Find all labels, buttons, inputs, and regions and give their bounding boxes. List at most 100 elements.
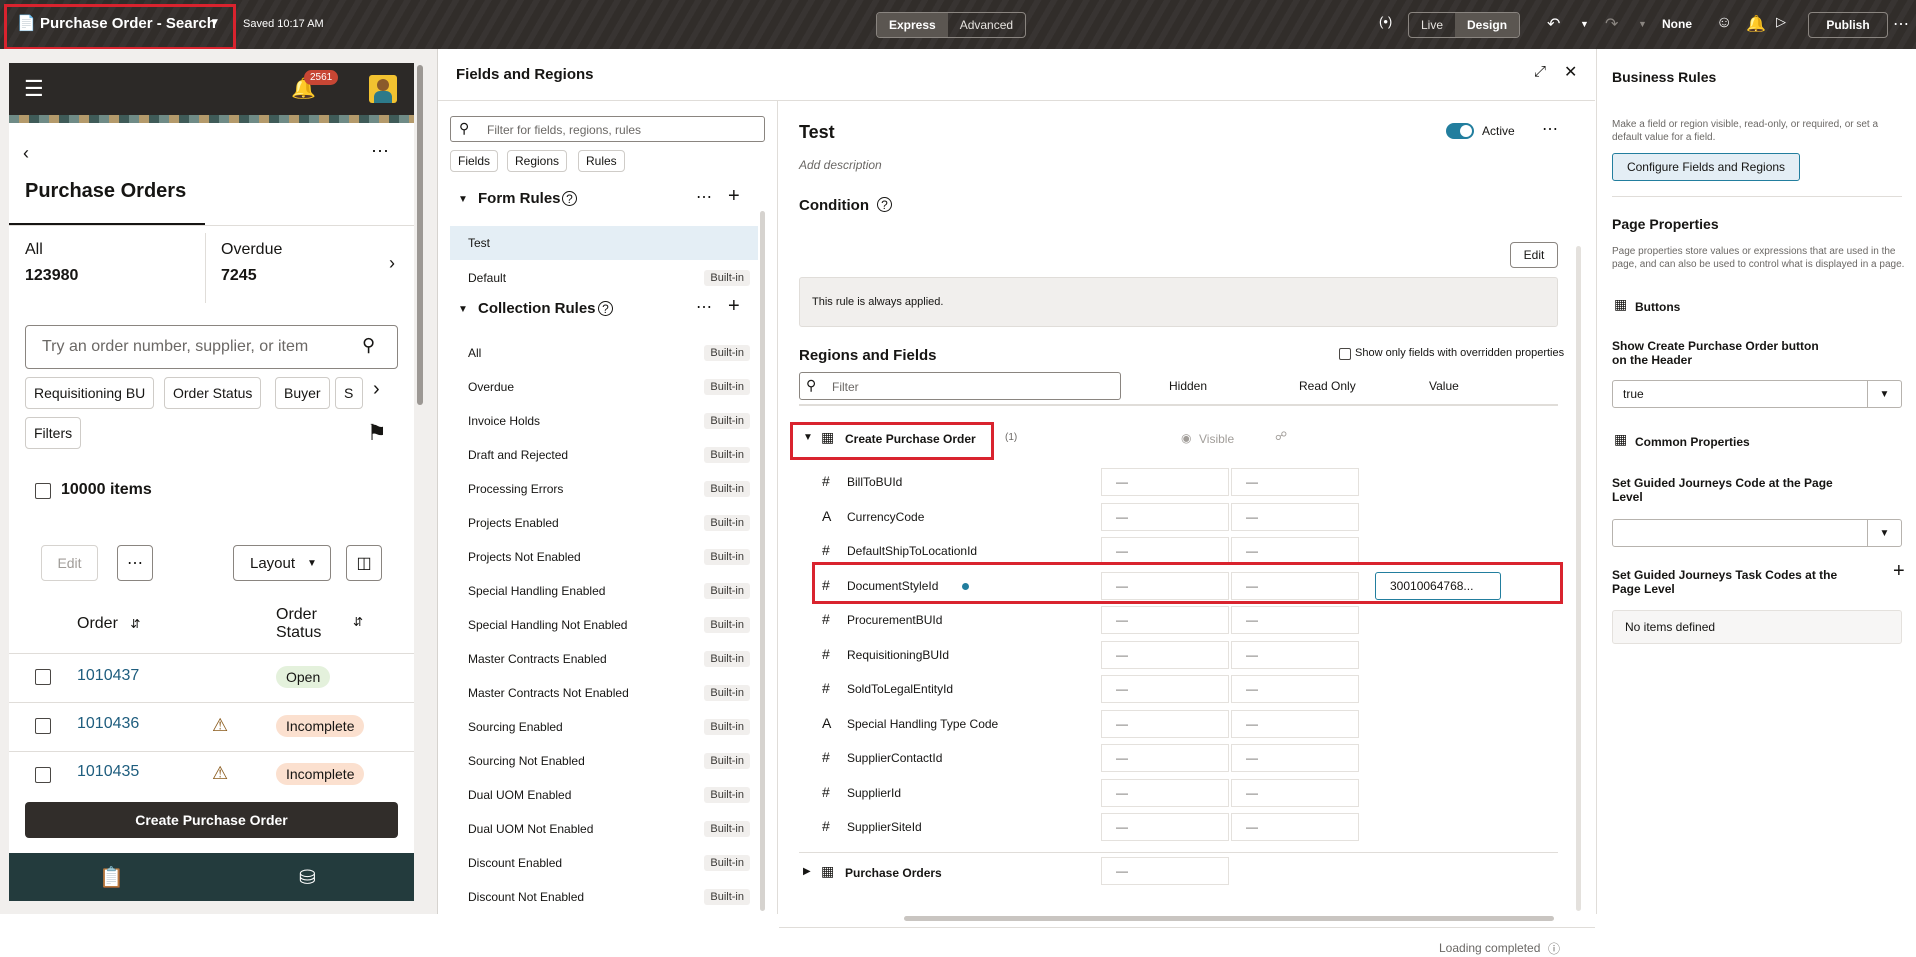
more-icon[interactable]: ⋯ xyxy=(696,187,712,207)
tab-overdue[interactable]: Overdue 7245 xyxy=(221,241,371,301)
chevron-down-icon[interactable]: ▼ xyxy=(210,17,220,28)
order-link[interactable]: 1010437 xyxy=(77,667,139,685)
column-order-status[interactable]: Order Status xyxy=(276,606,356,642)
add-description[interactable]: Add description xyxy=(799,158,882,172)
add-icon[interactable]: + xyxy=(728,295,740,318)
preview-role[interactable]: None xyxy=(1662,17,1692,31)
live-button[interactable]: Live xyxy=(1409,13,1455,37)
expand-icon[interactable]: ⤢ xyxy=(1534,63,1546,80)
guided-code-select[interactable]: ▼ xyxy=(1612,519,1902,547)
chevron-down-icon[interactable]: ▼ xyxy=(458,194,468,205)
row-checkbox[interactable] xyxy=(35,767,51,783)
rule-item[interactable]: Special Handling Enabled Built-in xyxy=(450,574,758,608)
field-row[interactable]: # SupplierContactId — — xyxy=(779,741,1595,775)
rule-item[interactable]: Draft and Rejected Built-in xyxy=(450,438,758,472)
rule-item[interactable]: Sourcing Enabled Built-in xyxy=(450,710,758,744)
rule-item[interactable]: Dual UOM Not Enabled Built-in xyxy=(450,812,758,846)
create-purchase-order-button[interactable]: Create Purchase Order xyxy=(25,802,398,838)
chevron-down-icon[interactable]: ▼ xyxy=(1867,381,1901,407)
show-create-select[interactable]: true ▼ xyxy=(1612,380,1902,408)
read-only-value[interactable]: — xyxy=(1231,606,1359,634)
hidden-value[interactable]: — xyxy=(1101,744,1229,772)
filter-chip-requisitioning-bu[interactable]: Requisitioning BU xyxy=(25,377,155,409)
help-icon[interactable]: ? xyxy=(598,301,613,316)
rule-item[interactable]: Discount Not Enabled Built-in xyxy=(450,880,758,914)
scrollbar[interactable] xyxy=(760,211,765,911)
close-icon[interactable]: ✕ xyxy=(1564,62,1577,82)
mode-express-button[interactable]: Express xyxy=(877,13,948,37)
chevron-right-icon[interactable]: › xyxy=(373,378,380,401)
bookmark-icon[interactable]: ⚑ xyxy=(367,420,387,446)
field-row[interactable]: # ProcurementBUId — — xyxy=(779,603,1595,637)
rule-item[interactable]: Discount Enabled Built-in xyxy=(450,846,758,880)
add-icon[interactable]: + xyxy=(1893,560,1905,583)
more-icon[interactable]: ⋯ xyxy=(696,297,712,317)
redo-menu-icon[interactable]: ▼ xyxy=(1638,19,1647,29)
filters-button[interactable]: Filters xyxy=(25,417,82,449)
rule-item[interactable]: Invoice Holds Built-in xyxy=(450,404,758,438)
rule-item[interactable]: Dual UOM Enabled Built-in xyxy=(450,778,758,812)
chevron-right-icon[interactable]: › xyxy=(389,253,395,274)
more-icon[interactable]: ⋯ xyxy=(1542,119,1558,139)
mode-advanced-button[interactable]: Advanced xyxy=(948,13,1025,37)
tab-regions[interactable]: Regions xyxy=(507,150,568,172)
rule-item[interactable]: Projects Not Enabled Built-in xyxy=(450,540,758,574)
chevron-down-icon[interactable]: ▼ xyxy=(458,304,468,315)
scrollbar[interactable] xyxy=(417,65,423,405)
undo-menu-icon[interactable]: ▼ xyxy=(1580,19,1589,29)
region-create-purchase-order[interactable]: Create Purchase Order xyxy=(845,432,976,446)
field-row[interactable]: # SupplierId — — xyxy=(779,776,1595,810)
more-icon[interactable]: ⋯ xyxy=(371,141,389,162)
edit-condition-button[interactable]: Edit xyxy=(1510,242,1558,268)
redo-icon[interactable]: ↷ xyxy=(1605,14,1618,34)
page-title-menu[interactable]: Purchase Order - Search xyxy=(40,15,216,32)
field-row[interactable]: A CurrencyCode — — xyxy=(779,500,1595,534)
bell-icon[interactable]: 🔔 xyxy=(1746,14,1766,34)
field-row[interactable]: # SoldToLegalEntityId — — xyxy=(779,672,1595,706)
split-view-icon[interactable]: ◫ xyxy=(346,545,382,581)
field-row[interactable]: A Special Handling Type Code — — xyxy=(779,707,1595,741)
filter-chip-buyer[interactable]: Buyer xyxy=(275,377,330,409)
fields-filter-input[interactable]: ⚲ Filter xyxy=(799,372,1121,400)
read-only-value[interactable]: — xyxy=(1231,744,1359,772)
select-all-checkbox[interactable] xyxy=(35,483,51,499)
tab-rules[interactable]: Rules xyxy=(578,150,625,172)
show-overridden-checkbox[interactable] xyxy=(1339,348,1351,360)
tab-all[interactable]: All 123980 xyxy=(25,241,195,301)
read-only-value[interactable]: — xyxy=(1231,778,1359,807)
hidden-value[interactable]: — xyxy=(1101,640,1229,669)
edit-button[interactable]: Edit xyxy=(41,545,98,581)
read-only-value[interactable]: — xyxy=(1231,640,1359,669)
sort-icon[interactable]: ⇵ xyxy=(353,615,363,629)
play-icon[interactable]: ▷ xyxy=(1776,14,1786,30)
tab-fields[interactable]: Fields xyxy=(450,150,499,172)
active-toggle[interactable] xyxy=(1446,123,1474,139)
rule-item[interactable]: Master Contracts Enabled Built-in xyxy=(450,642,758,676)
search-icon[interactable]: ⚲ xyxy=(362,335,375,356)
rule-item-test[interactable]: Test xyxy=(450,226,758,260)
hidden-value[interactable]: — xyxy=(1101,502,1229,531)
rule-item[interactable]: All Built-in xyxy=(450,336,758,370)
help-icon[interactable]: ? xyxy=(877,197,892,212)
more-icon[interactable]: ⋯ xyxy=(1893,14,1909,34)
undo-icon[interactable]: ↶ xyxy=(1547,14,1560,34)
avatar[interactable] xyxy=(369,75,397,103)
clipboard-icon[interactable]: 📋 xyxy=(99,865,124,890)
horizontal-scrollbar[interactable] xyxy=(904,916,1554,921)
row-checkbox[interactable] xyxy=(35,718,51,734)
rule-item[interactable]: Master Contracts Not Enabled Built-in xyxy=(450,676,758,710)
read-only-value[interactable]: — xyxy=(1231,813,1359,841)
field-row[interactable]: # SupplierSiteId — — xyxy=(779,810,1595,844)
scrollbar[interactable] xyxy=(1576,246,1581,911)
rule-item-default[interactable]: Default Built-in xyxy=(450,261,758,295)
row-checkbox[interactable] xyxy=(35,669,51,685)
rules-filter-input[interactable]: ⚲ Filter for fields, regions, rules xyxy=(450,116,765,142)
hidden-value[interactable]: — xyxy=(1101,857,1229,885)
hidden-value[interactable]: — xyxy=(1101,778,1229,807)
rule-item[interactable]: Overdue Built-in xyxy=(450,370,758,404)
filter-chip-more[interactable]: S xyxy=(335,377,363,409)
hidden-value[interactable]: — xyxy=(1101,709,1229,738)
hamburger-icon[interactable]: ☰ xyxy=(24,76,44,102)
read-only-value[interactable]: — xyxy=(1231,502,1359,531)
hidden-value[interactable]: — xyxy=(1101,468,1229,496)
